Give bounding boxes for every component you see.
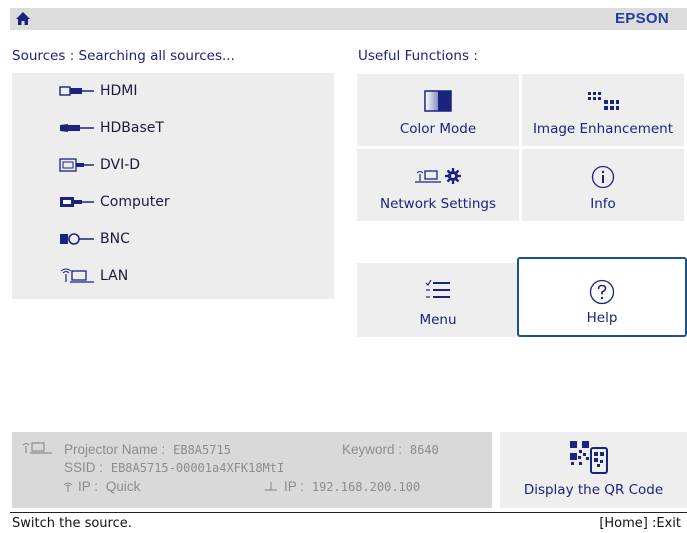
info-button[interactable]: Info xyxy=(522,149,684,221)
network-info-panel: Projector Name : EB8A5715 Keyword : 8640… xyxy=(12,432,492,508)
keyword-label: Keyword : xyxy=(342,442,403,457)
source-label: DVI-D xyxy=(100,157,141,173)
ssid-label: SSID : xyxy=(64,460,104,475)
projector-name-value: EB8A5715 xyxy=(173,443,231,457)
hdmi-connector-icon xyxy=(59,86,94,96)
network-settings-button[interactable]: Network Settings xyxy=(357,149,519,221)
wired-ip-label: IP : xyxy=(284,479,305,494)
help-button[interactable]: Help xyxy=(517,257,687,337)
status-divider xyxy=(10,512,687,513)
source-label: LAN xyxy=(100,268,129,284)
top-bar: EPSON xyxy=(10,8,687,30)
wireless-ip-value: Quick xyxy=(105,479,141,494)
lan-icon xyxy=(60,268,94,283)
function-label: Help xyxy=(586,310,618,326)
sources-title: Sources : Searching all sources... xyxy=(12,48,235,64)
projector-name-label: Projector Name : xyxy=(64,442,166,457)
status-exit-hint: [Home] :Exit xyxy=(599,516,681,531)
wired-ip-value: 192.168.200.100 xyxy=(311,480,421,494)
source-item-hdbaset[interactable]: HDBaseT xyxy=(12,110,334,147)
bnc-connector-icon xyxy=(60,233,94,245)
source-label: Computer xyxy=(100,194,170,210)
source-label: BNC xyxy=(100,231,130,247)
projector-name-row: Projector Name : EB8A5715 xyxy=(64,442,231,458)
ssid-value: EB8A5715-00001a4XFK18MtI xyxy=(110,461,285,475)
home-icon[interactable] xyxy=(15,11,31,27)
color-mode-icon xyxy=(424,90,452,112)
wireless-ip-label: IP : xyxy=(78,479,99,494)
source-item-hdmi[interactable]: HDMI xyxy=(12,73,334,110)
menu-button[interactable]: Menu xyxy=(357,263,519,337)
hdbaset-connector-icon xyxy=(60,124,94,132)
source-label: HDMI xyxy=(100,83,138,99)
image-enhancement-button[interactable]: Image Enhancement xyxy=(522,74,684,146)
dvi-connector-icon xyxy=(59,158,94,172)
source-list: HDMI HDBaseT DVI-D Computer BNC LAN xyxy=(12,73,334,299)
info-icon xyxy=(591,165,615,189)
function-label: Info xyxy=(590,196,616,212)
function-label: Menu xyxy=(419,312,457,328)
source-item-bnc[interactable]: BNC xyxy=(12,221,334,258)
keyword-value: 8640 xyxy=(409,443,439,457)
keyword-row: Keyword : 8640 xyxy=(342,442,439,458)
color-mode-button[interactable]: Color Mode xyxy=(357,74,519,146)
wireless-icon xyxy=(63,482,73,492)
function-label: Image Enhancement xyxy=(532,121,674,137)
status-hint: Switch the source. xyxy=(12,516,132,531)
source-item-lan[interactable]: LAN xyxy=(12,258,334,295)
brand-logo: EPSON xyxy=(614,10,669,27)
function-label: Color Mode xyxy=(399,121,477,137)
source-label: HDBaseT xyxy=(100,120,164,136)
help-icon xyxy=(589,279,615,305)
qr-label: Display the QR Code xyxy=(523,482,664,498)
display-qr-code-button[interactable]: Display the QR Code xyxy=(500,432,687,508)
lan-icon xyxy=(22,442,52,454)
qr-code-icon xyxy=(570,441,608,474)
network-settings-icon xyxy=(415,168,461,184)
image-enhancement-icon xyxy=(588,92,619,110)
wireless-ip-row: IP : Quick xyxy=(78,479,140,495)
vga-connector-icon xyxy=(60,197,94,207)
useful-functions-title: Useful Functions : xyxy=(358,48,478,64)
wired-ip-row: IP : 192.168.200.100 xyxy=(284,479,420,495)
wired-icon xyxy=(265,482,277,491)
ssid-row: SSID : EB8A5715-00001a4XFK18MtI xyxy=(64,460,284,476)
source-item-computer[interactable]: Computer xyxy=(12,184,334,221)
menu-icon xyxy=(425,279,450,298)
source-item-dvi-d[interactable]: DVI-D xyxy=(12,147,334,184)
function-label: Network Settings xyxy=(379,196,497,212)
